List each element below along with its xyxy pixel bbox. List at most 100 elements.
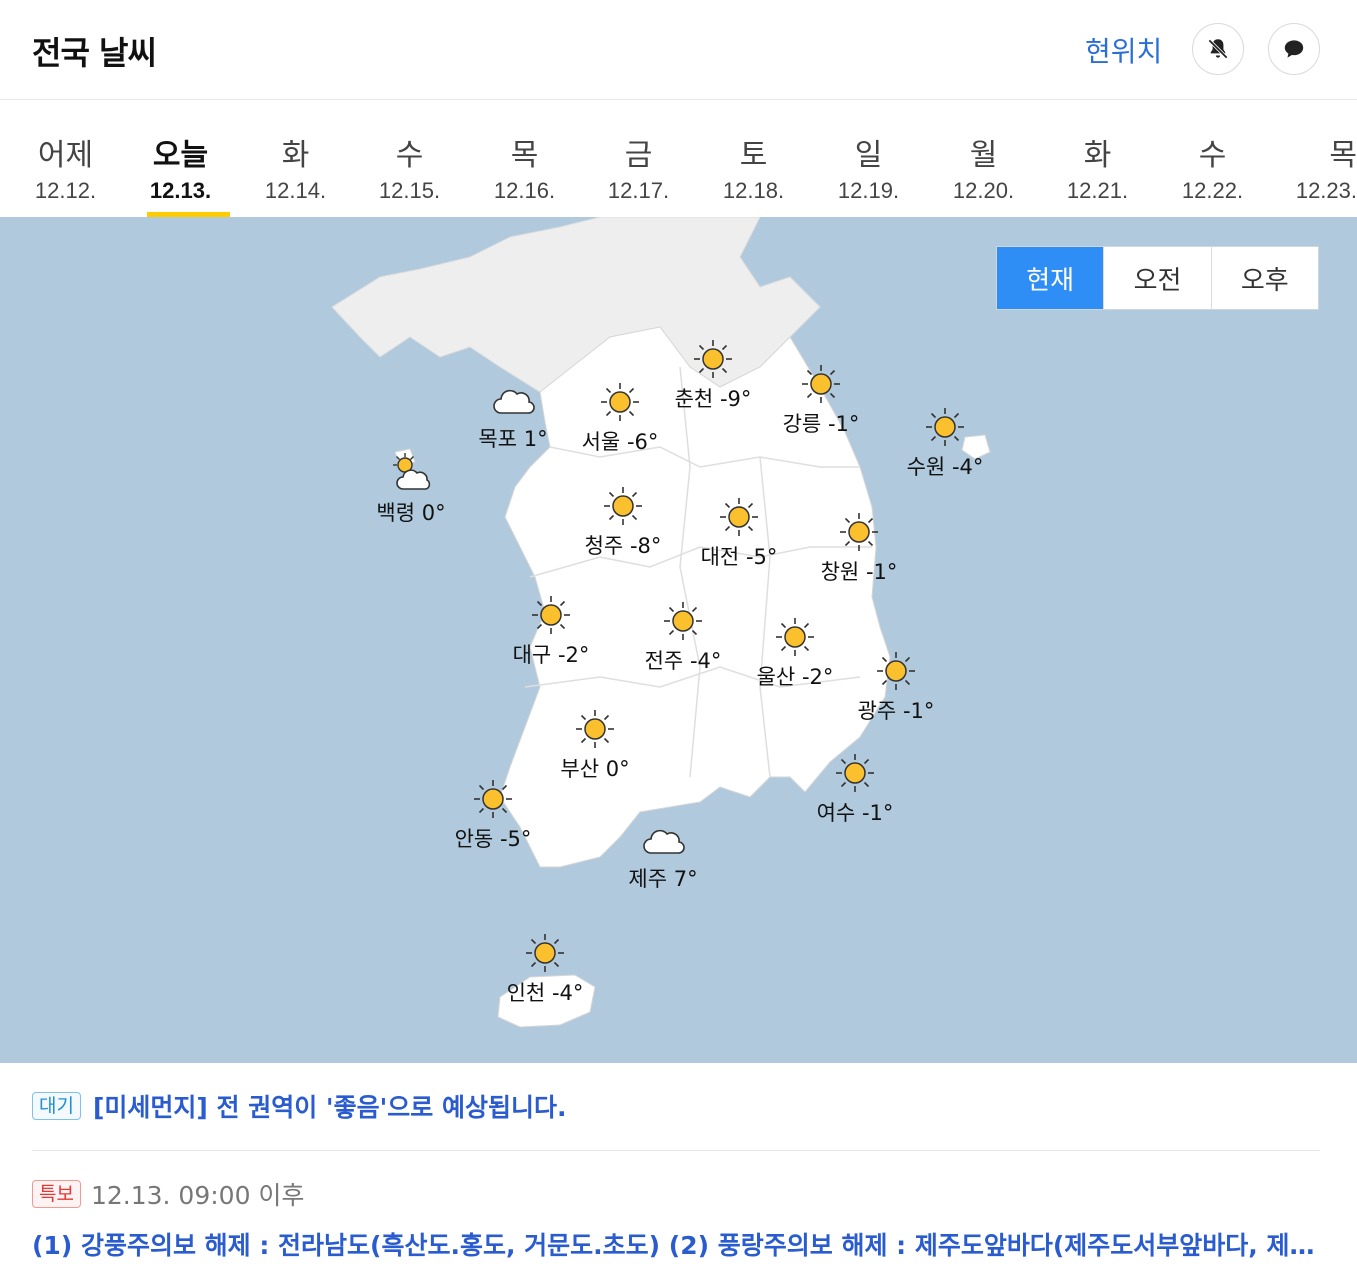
sun-icon [720,498,758,536]
day-date: 12.21. [1066,178,1129,203]
day-name: 목 [1329,138,1357,173]
city-label: 목포 1° [478,427,548,451]
toggle-pm[interactable]: 오후 [1212,247,1318,309]
city-marker[interactable]: 울산 -2° [740,615,850,695]
city-marker[interactable]: 대구 -2° [496,593,606,673]
city-marker[interactable]: 창원 -1° [804,510,914,590]
city-marker[interactable]: 제주 7° [608,817,718,897]
sun-icon [604,487,642,525]
day-tabs: 어제 12.12. 오늘 12.13. 화 12.14. 수 12.15. 목 … [0,100,1357,217]
sun-icon [776,618,814,656]
day-tab-5[interactable]: 금 12.17. [581,100,696,217]
day-date: 12.13. [149,178,212,203]
city-marker[interactable]: 인천 -4° [490,931,600,1011]
city-label: 수원 -4° [906,455,984,479]
city-marker[interactable]: 청주 -8° [568,484,678,564]
day-date: 12.18. [722,178,785,203]
toggle-am[interactable]: 오전 [1104,247,1212,309]
sun-icon [877,652,915,690]
city-label: 전주 -4° [644,649,722,673]
day-date: 12.12. [34,178,97,203]
day-date: 12.14. [264,178,327,203]
city-label: 청주 -8° [584,534,662,558]
city-marker[interactable]: 서울 -6° [565,380,675,460]
city-label: 인천 -4° [506,981,584,1005]
notice-divider [32,1150,1320,1151]
cloud-icon [643,829,685,854]
city-marker[interactable]: 광주 -1° [841,649,951,729]
weather-map: 현재 오전 오후 춘천 -9° 강릉 -1° 서울 -6° 목포 1° 수원 -… [0,217,1357,1063]
sun-icon [664,602,702,640]
day-tab-6[interactable]: 토 12.18. [696,100,811,217]
air-badge: 대기 [32,1092,81,1120]
city-label: 강릉 -1° [782,412,860,436]
notification-button[interactable] [1192,23,1244,75]
sun-icon [532,596,570,634]
sun-icon [601,383,639,421]
day-tab-today[interactable]: 오늘 12.13. [123,100,238,217]
city-label: 안동 -5° [454,827,532,851]
air-quality-notice[interactable]: 대기 [미세먼지] 전 권역이 '좋음'으로 예상됩니다. [32,1088,566,1124]
city-label: 백령 0° [376,501,446,525]
city-marker[interactable]: 안동 -5° [438,777,548,857]
air-notice-text[interactable]: [미세먼지] 전 권역이 '좋음'으로 예상됩니다. [93,1088,566,1124]
cloud-icon [493,389,535,414]
toggle-now[interactable]: 현재 [997,247,1105,309]
day-tab-8[interactable]: 월 12.20. [926,100,1041,217]
city-label: 서울 -6° [581,430,659,454]
day-date: 12.23. [1295,178,1357,203]
day-tab-2[interactable]: 화 12.14. [238,100,353,217]
city-label: 제주 7° [628,867,698,891]
day-name: 오늘 [152,138,209,173]
city-label: 광주 -1° [857,699,935,723]
sun-icon [802,365,840,403]
city-marker[interactable]: 여수 -1° [800,751,910,831]
chat-bubble-icon [1284,40,1304,58]
city-label: 대구 -2° [512,643,590,667]
day-date: 12.20. [952,178,1015,203]
city-marker[interactable]: 대전 -5° [684,495,794,575]
day-name: 금 [624,138,653,173]
chat-button[interactable] [1268,23,1320,75]
current-location-link[interactable]: 현위치 [1085,30,1162,70]
time-toggle: 현재 오전 오후 [996,246,1319,310]
sun-icon [926,408,964,446]
day-name: 화 [281,138,310,173]
weather-warning-header: 특보 12.13. 09:00 이후 [32,1176,304,1212]
day-name: 토 [739,138,768,173]
day-tab-4[interactable]: 목 12.16. [467,100,582,217]
day-name: 월 [969,138,998,173]
day-name: 수 [395,138,424,173]
day-name: 목 [510,138,539,173]
city-label: 울산 -2° [756,665,834,689]
city-label: 여수 -1° [816,801,894,825]
weather-warning-text[interactable]: (1) 강풍주의보 해제 : 전라남도(흑산도.홍도, 거문도.초도) (2) … [32,1226,1322,1262]
partly-cloudy-icon [393,453,431,490]
sun-icon [526,934,564,972]
sun-icon [474,780,512,818]
page-title: 전국 날씨 [32,34,157,72]
day-date: 12.16. [493,178,556,203]
day-name: 일 [854,138,883,173]
warn-badge: 특보 [32,1180,81,1208]
warn-time: 12.13. 09:00 이후 [90,1181,305,1210]
header: 전국 날씨 현위치 [0,0,1357,100]
sun-icon [694,340,732,378]
day-tab-3[interactable]: 수 12.15. [352,100,467,217]
city-marker[interactable]: 전주 -4° [628,599,738,679]
day-tab-11[interactable]: 목 12.23. [1242,100,1357,217]
day-tab-7[interactable]: 일 12.19. [811,100,926,217]
day-date: 12.19. [837,178,900,203]
city-marker[interactable]: 강릉 -1° [766,362,876,442]
sun-icon [840,513,878,551]
city-marker[interactable]: 부산 0° [540,707,650,787]
day-date: 12.15. [378,178,441,203]
day-name: 화 [1083,138,1112,173]
city-marker[interactable]: 목포 1° [458,377,568,457]
city-marker[interactable]: 수원 -4° [890,405,1000,485]
city-marker[interactable]: 백령 0° [356,451,466,531]
day-tab-9[interactable]: 화 12.21. [1040,100,1155,217]
day-tab-0[interactable]: 어제 12.12. [8,100,123,217]
sun-icon [836,754,874,792]
sun-icon [576,710,614,748]
